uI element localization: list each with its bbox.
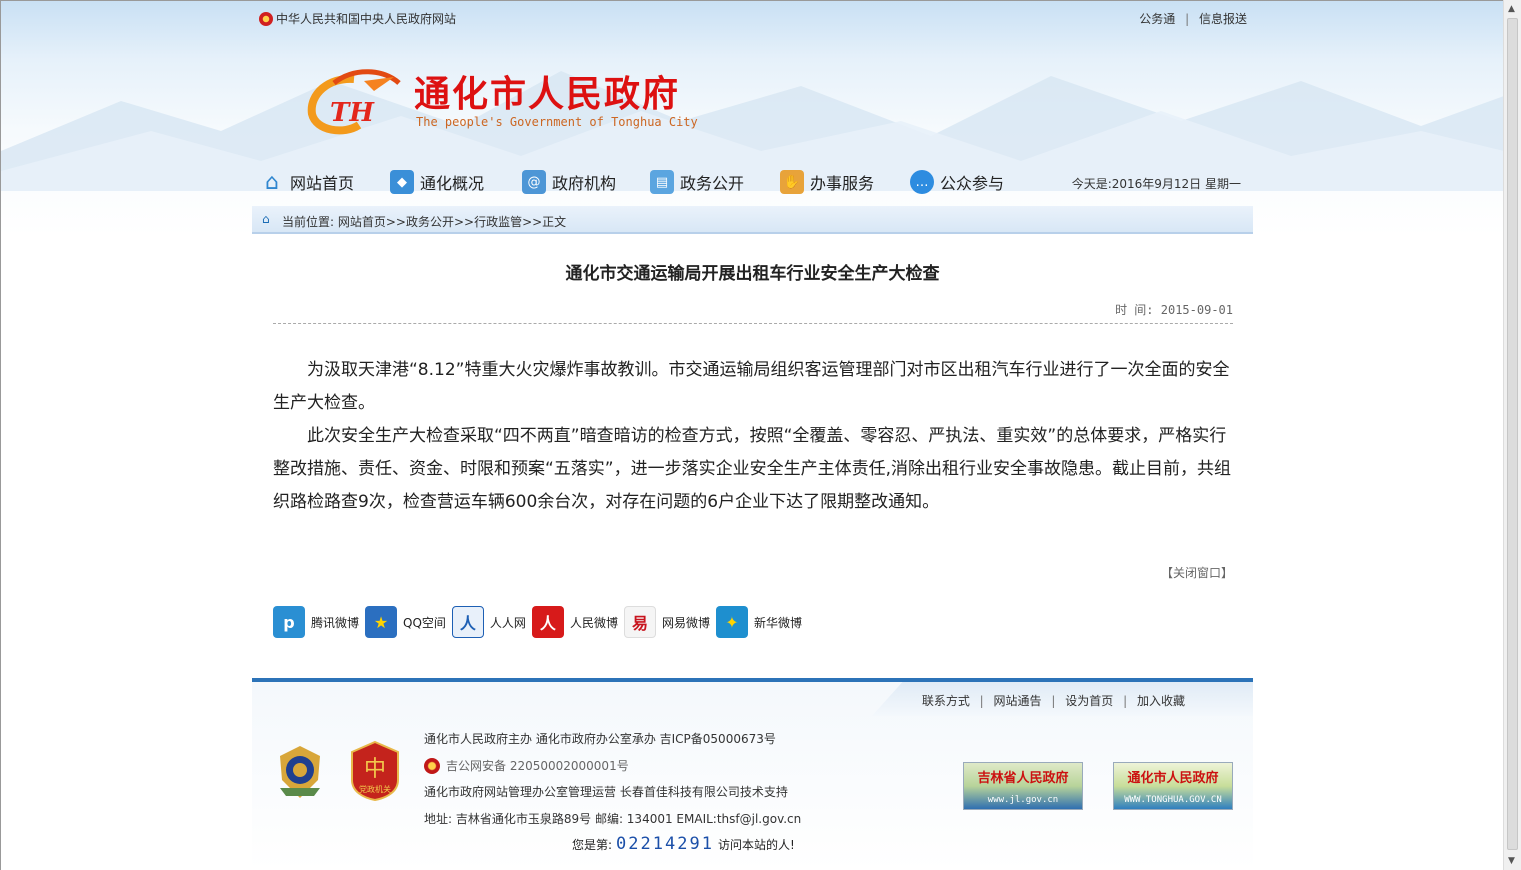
footer-police-record[interactable]: 吉公网安备 22050002000001号	[424, 753, 801, 780]
nav-agency[interactable]: @ 政府机构	[522, 163, 616, 201]
nav-overview-label: 通化概况	[420, 174, 485, 193]
tonghua-gov-title: 通化市人民政府	[1127, 771, 1219, 786]
article-paragraph: 此次安全生产大检查采取“四不两直”暗查暗访的检查方式，按照“全覆盖、零容忍、严执…	[273, 426, 1232, 512]
divider: |	[979, 694, 984, 708]
top-bar: 中华人民共和国中央人民政府网站 公务通 | 信息报送	[252, 1, 1253, 35]
chat-icon: …	[910, 170, 934, 194]
home-icon: ⌂	[265, 169, 279, 195]
share-label: QQ空间	[403, 615, 446, 630]
site-subtitle: The people's Government of Tonghua City	[416, 115, 698, 129]
breadcrumb-text[interactable]: 当前位置: 网站首页>>政务公开>>行政监管>>正文	[282, 213, 566, 230]
renren-icon: 人	[451, 606, 484, 638]
nav-home[interactable]: ⌂ 网站首页	[260, 163, 354, 201]
jilin-gov-url: www.jl.gov.cn	[987, 795, 1059, 805]
vertical-scrollbar[interactable]: ▲ ▼	[1503, 0, 1521, 870]
service-icon: ✋	[780, 170, 804, 194]
article-date: 时 间: 2015-09-01	[1115, 303, 1233, 317]
footer: 联系方式 | 网站通告 | 设为首页 | 加入收藏 中 党政机关 通化市人民政府…	[252, 678, 1253, 870]
article-divider	[273, 323, 1233, 324]
nav-overview[interactable]: ◆ 通化概况	[390, 163, 484, 201]
footer-link-notice[interactable]: 网站通告	[994, 694, 1042, 708]
divider: |	[1185, 12, 1190, 26]
svg-text:中: 中	[364, 757, 386, 782]
central-gov-label: 中华人民共和国中央人民政府网站	[276, 12, 457, 26]
jilin-gov-link[interactable]: 吉林省人民政府 www.jl.gov.cn	[963, 762, 1083, 810]
visit-counter: 您是第: 02214291 访问本站的人!	[572, 834, 795, 854]
footer-info: 通化市人民政府主办 通化市政府办公室承办 吉ICP备05000673号 吉公网安…	[424, 726, 801, 832]
share-label: 人民微博	[569, 615, 618, 630]
top-link-gongwutong[interactable]: 公务通	[1139, 12, 1175, 26]
tonghua-gov-url: WWW.TONGHUA.GOV.CN	[1124, 795, 1222, 805]
central-gov-link[interactable]: 中华人民共和国中央人民政府网站	[259, 10, 456, 27]
police-record-text: 吉公网安备 22050002000001号	[446, 758, 629, 773]
footer-host-line: 通化市人民政府主办 通化市政府办公室承办 吉ICP备05000673号	[424, 732, 776, 746]
current-date: 今天是:2016年9月12日 星期一	[1071, 177, 1241, 191]
breadcrumb: ⌂ 当前位置: 网站首页>>政务公开>>行政监管>>正文	[252, 206, 1253, 234]
article-body: 为汲取天津港“8.12”特重大火灾爆炸事故教训。市交通运输局组织客运管理部门对市…	[273, 354, 1235, 519]
nav-participation-label: 公众参与	[940, 174, 1005, 193]
counter-prefix: 您是第:	[572, 837, 613, 852]
footer-link-set-home[interactable]: 设为首页	[1065, 694, 1113, 708]
share-label: 人人网	[489, 615, 526, 630]
nav-open-affairs[interactable]: ▤ 政务公开	[650, 163, 744, 201]
scrollbar-thumb[interactable]	[1507, 18, 1518, 850]
nav-home-label: 网站首页	[290, 174, 355, 193]
share-people-weibo[interactable]: 人 人民微博	[531, 606, 618, 638]
document-icon: ▤	[650, 170, 674, 194]
main-nav: ⌂ 网站首页 ◆ 通化概况 @ 政府机构 ▤ 政务公开 ✋ 办事服务 … 公众参…	[252, 163, 1253, 201]
nav-open-affairs-label: 政务公开	[680, 174, 745, 193]
share-qzone[interactable]: ★ QQ空间	[365, 606, 446, 638]
scroll-up-icon[interactable]: ▲	[1508, 4, 1515, 14]
xinhua-weibo-icon: ✦	[715, 606, 748, 638]
police-record-icon	[424, 757, 440, 774]
tonghua-logo-icon: TH	[307, 69, 401, 135]
logo-mark-text: TH	[330, 98, 375, 128]
footer-links: 联系方式 | 网站通告 | 设为首页 | 加入收藏	[922, 692, 1185, 709]
divider: |	[1051, 694, 1056, 708]
badge-label: 党政机关	[359, 784, 391, 794]
tencent-weibo-icon: p	[273, 606, 305, 638]
scroll-down-icon[interactable]: ▼	[1508, 856, 1515, 866]
browser-viewport: 中华人民共和国中央人民政府网站 公务通 | 信息报送 TH 通化市人民政府 Th…	[0, 0, 1503, 870]
breadcrumb-home-icon: ⌂	[262, 212, 270, 226]
jilin-gov-title: 吉林省人民政府	[977, 771, 1069, 786]
counter-number: 02214291	[616, 834, 714, 854]
tonghua-gov-link[interactable]: 通化市人民政府 WWW.TONGHUA.GOV.CN	[1113, 762, 1233, 810]
overview-icon: ◆	[390, 170, 414, 194]
nav-service[interactable]: ✋ 办事服务	[780, 163, 874, 201]
share-netease-weibo[interactable]: 易 网易微博	[623, 606, 710, 638]
counter-suffix: 访问本站的人!	[717, 837, 795, 852]
top-link-report[interactable]: 信息报送	[1199, 12, 1247, 26]
article-paragraph: 为汲取天津港“8.12”特重大火灾爆炸事故教训。市交通运输局组织客运管理部门对市…	[273, 360, 1230, 413]
site-logo[interactable]: TH 通化市人民政府 The people's Government of To…	[304, 65, 714, 145]
divider: |	[1123, 694, 1128, 708]
agency-icon: @	[522, 170, 546, 194]
police-badge-icon[interactable]	[274, 744, 326, 800]
nav-participation[interactable]: … 公众参与	[910, 163, 1004, 201]
nav-agency-label: 政府机构	[552, 174, 617, 193]
nav-service-label: 办事服务	[810, 174, 875, 193]
national-emblem-icon	[259, 11, 273, 26]
people-weibo-icon: 人	[531, 606, 564, 638]
share-bar: p 腾讯微博 ★ QQ空间 人 人人网 人 人民微博 易 网易微博 ✦ 新华微博	[273, 605, 808, 639]
article-title: 通化市交通运输局开展出租车行业安全生产大检查	[565, 264, 940, 284]
netease-weibo-icon: 易	[623, 606, 656, 638]
site-title: 通化市人民政府	[414, 73, 681, 115]
top-links: 公务通 | 信息报送	[1139, 10, 1247, 27]
share-label: 腾讯微博	[311, 615, 360, 630]
share-renren[interactable]: 人 人人网	[451, 606, 526, 638]
footer-address-line: 地址: 吉林省通化市玉泉路89号 邮编: 134001 EMAIL:thsf@j…	[424, 811, 802, 826]
share-label: 新华微博	[753, 615, 802, 630]
share-xinhua-weibo[interactable]: ✦ 新华微博	[715, 606, 802, 638]
close-window-link[interactable]: 【关闭窗口】	[1101, 564, 1233, 581]
party-gov-badge[interactable]: 中 党政机关	[348, 740, 402, 802]
footer-operator-line: 通化市政府网站管理办公室管理运营 长春首佳科技有限公司技术支持	[424, 785, 788, 799]
share-tencent-weibo[interactable]: p 腾讯微博	[273, 606, 359, 638]
qzone-icon: ★	[365, 606, 398, 638]
share-label: 网易微博	[661, 615, 710, 630]
footer-link-favorite[interactable]: 加入收藏	[1137, 694, 1185, 708]
footer-link-contact[interactable]: 联系方式	[922, 694, 970, 708]
